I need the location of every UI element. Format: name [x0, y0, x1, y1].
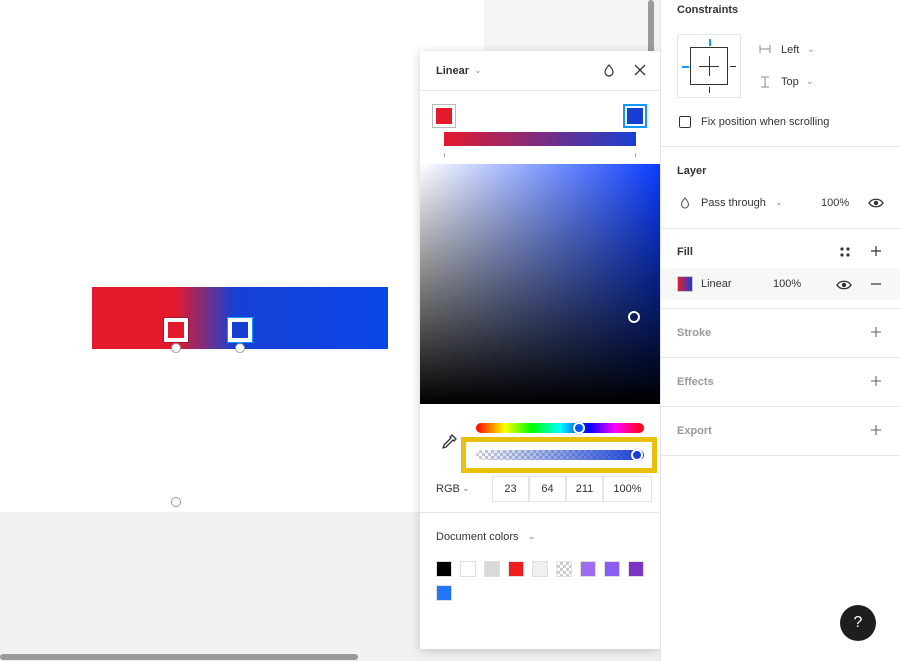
blend-mode-icon [680, 197, 690, 209]
divider [661, 146, 900, 147]
export-title: Export [677, 425, 712, 437]
stop-color [168, 322, 184, 338]
add-fill-icon[interactable] [870, 245, 882, 257]
document-color-swatch[interactable] [628, 561, 644, 577]
chevron-down-icon[interactable]: ⌄ [807, 44, 815, 55]
gradient-stop-red[interactable] [432, 104, 456, 128]
document-colors-dropdown[interactable]: Document colors [436, 531, 519, 543]
vertical-constraint-icon [761, 76, 769, 88]
document-color-swatch[interactable] [436, 585, 452, 601]
canvas-gradient-stop-red[interactable] [164, 318, 188, 342]
effects-title: Effects [677, 376, 714, 388]
divider [661, 455, 900, 456]
fill-type-label[interactable]: Linear [701, 278, 732, 290]
divider [661, 308, 900, 309]
hue-slider[interactable] [476, 423, 644, 433]
chevron-down-icon[interactable]: ⌄ [528, 531, 536, 542]
horizontal-constraint-dropdown[interactable]: Left [781, 44, 799, 56]
document-color-swatch[interactable] [460, 561, 476, 577]
chevron-down-icon[interactable]: ⌄ [775, 197, 783, 208]
styles-grid-icon[interactable] [839, 246, 851, 258]
gradient-handle-width[interactable] [171, 497, 181, 507]
color-values-row: RGB ⌄ 23 64 211 100% [420, 476, 660, 502]
eye-icon[interactable] [836, 279, 852, 291]
blue-value-input[interactable]: 211 [566, 476, 603, 502]
fill-opacity-value[interactable]: 100% [773, 278, 801, 290]
blend-mode-icon[interactable] [602, 63, 616, 77]
document-color-swatch[interactable] [580, 561, 596, 577]
opacity-slider-knob[interactable] [631, 449, 643, 461]
picker-header: Linear ⌄ [420, 51, 660, 91]
document-color-swatch[interactable] [604, 561, 620, 577]
properties-panel: Constraints Left ⌄ Top ⌄ Fix position wh… [660, 0, 900, 661]
eye-icon[interactable] [868, 197, 884, 209]
blend-mode-dropdown[interactable]: Pass through [701, 197, 766, 209]
stop-tick [635, 153, 636, 157]
document-color-swatch[interactable] [436, 561, 452, 577]
gradient-stop-blue[interactable] [623, 104, 647, 128]
constraints-frame [690, 47, 728, 85]
layer-opacity-value[interactable]: 100% [821, 197, 849, 209]
horizontal-constraint-icon [759, 45, 771, 53]
constraints-title: Constraints [677, 4, 739, 16]
stroke-title: Stroke [677, 327, 712, 339]
stop-tick [444, 153, 445, 157]
color-model-dropdown[interactable]: RGB [436, 483, 460, 495]
constraints-widget[interactable] [677, 34, 741, 98]
divider [661, 228, 900, 229]
gradient-stops-editor [420, 92, 660, 164]
stop-color [232, 322, 248, 338]
vertical-scrollbar[interactable] [648, 0, 654, 54]
gradient-handle-end[interactable] [235, 343, 245, 353]
layer-title: Layer [677, 165, 707, 177]
red-value-input[interactable]: 23 [492, 476, 529, 502]
add-export-icon[interactable] [870, 424, 882, 436]
divider [661, 357, 900, 358]
gradient-preview-bar[interactable] [444, 132, 636, 146]
fix-position-label: Fix position when scrolling [701, 116, 830, 128]
constraint-left-handle[interactable] [682, 66, 689, 68]
constraint-bottom-handle[interactable] [709, 87, 710, 93]
canvas-gradient-stop-blue[interactable] [228, 318, 252, 342]
color-field-knob[interactable] [628, 311, 640, 323]
fill-title: Fill [677, 246, 693, 258]
vertical-constraint-dropdown[interactable]: Top [781, 76, 799, 88]
green-value-input[interactable]: 64 [529, 476, 566, 502]
gradient-type-dropdown[interactable]: Linear [436, 65, 469, 77]
chevron-down-icon[interactable]: ⌄ [474, 65, 482, 76]
close-icon[interactable] [632, 62, 648, 78]
stop-color [436, 108, 452, 124]
eyedropper-icon[interactable] [440, 433, 458, 451]
constraint-top-handle[interactable] [709, 39, 711, 46]
divider [661, 406, 900, 407]
help-button[interactable]: ? [840, 605, 876, 641]
add-stroke-icon[interactable] [870, 326, 882, 338]
fill-swatch[interactable] [677, 276, 693, 292]
chevron-down-icon[interactable]: ⌄ [806, 76, 814, 87]
constraint-right-handle[interactable] [730, 66, 736, 67]
stop-color [627, 108, 643, 124]
fix-position-checkbox[interactable] [679, 116, 691, 128]
add-effect-icon[interactable] [870, 375, 882, 387]
chevron-down-icon[interactable]: ⌄ [462, 483, 470, 494]
color-picker-popup: Linear ⌄ RGB ⌄ 23 64 211 100% Document c… [420, 51, 660, 649]
gradient-handle-start[interactable] [171, 343, 181, 353]
remove-fill-icon[interactable] [870, 278, 882, 290]
document-color-swatch[interactable] [556, 561, 572, 577]
hue-slider-knob[interactable] [573, 422, 585, 434]
divider [420, 512, 660, 513]
frame-background [0, 0, 484, 512]
document-color-swatch[interactable] [508, 561, 524, 577]
horizontal-scrollbar[interactable] [0, 654, 358, 660]
document-color-swatch[interactable] [532, 561, 548, 577]
opacity-slider[interactable] [476, 450, 644, 460]
document-color-swatch[interactable] [484, 561, 500, 577]
alpha-value-input[interactable]: 100% [603, 476, 652, 502]
plus-icon [699, 66, 719, 67]
saturation-value-field[interactable] [420, 164, 660, 404]
